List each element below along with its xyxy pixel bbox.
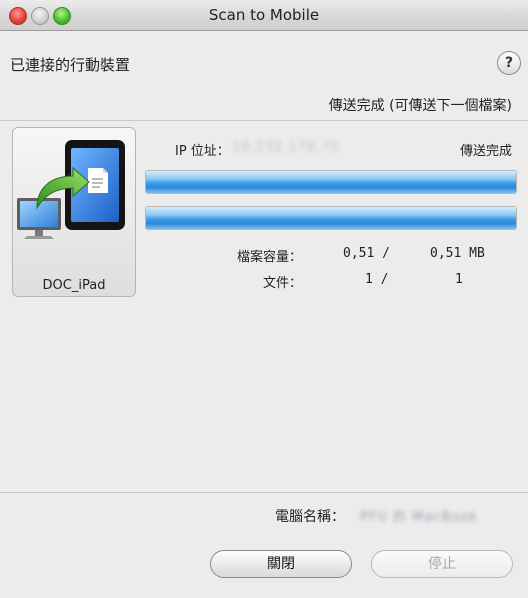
title-bar[interactable]: Scan to Mobile: [0, 0, 528, 31]
progress-bar-files: [145, 206, 517, 230]
files-label: 文件：: [262, 276, 302, 291]
progress-fill: [146, 171, 516, 193]
ip-address-value: 10.232.178.75: [232, 140, 341, 155]
computer-to-tablet-transfer-icon: [17, 140, 125, 239]
files-total: 1: [455, 272, 463, 287]
computer-name-value: PFU 的 MacBook: [360, 510, 478, 525]
file-size-total: 0,51 MB: [430, 246, 485, 261]
window-title: Scan to Mobile: [208, 6, 320, 24]
divider: [0, 120, 528, 121]
progress-fill: [146, 207, 516, 229]
scan-to-mobile-window: Scan to Mobile 已連接的行動裝置 ? 傳送完成 (可傳送下一個檔案…: [0, 0, 528, 598]
connected-devices-label: 已連接的行動裝置: [10, 56, 131, 74]
computer-name-label: 電腦名稱：: [275, 509, 345, 525]
close-button[interactable]: 關閉: [210, 550, 352, 578]
progress-bar-file-size: [145, 170, 517, 194]
stop-button[interactable]: 停止: [371, 550, 513, 578]
file-size-sent: 0,51 /: [343, 246, 390, 261]
file-size-label: 檔案容量：: [236, 250, 302, 265]
help-button[interactable]: ?: [497, 51, 521, 75]
divider: [0, 492, 528, 493]
ip-address-label: IP 位址：: [175, 144, 230, 159]
device-name: DOC_iPad: [42, 278, 106, 293]
files-sent: 1 /: [365, 272, 389, 287]
device-card[interactable]: DOC_iPad: [12, 127, 136, 297]
transfer-status: 傳送完成: [459, 144, 512, 159]
transfer-status-message: 傳送完成 (可傳送下一個檔案): [328, 98, 512, 114]
